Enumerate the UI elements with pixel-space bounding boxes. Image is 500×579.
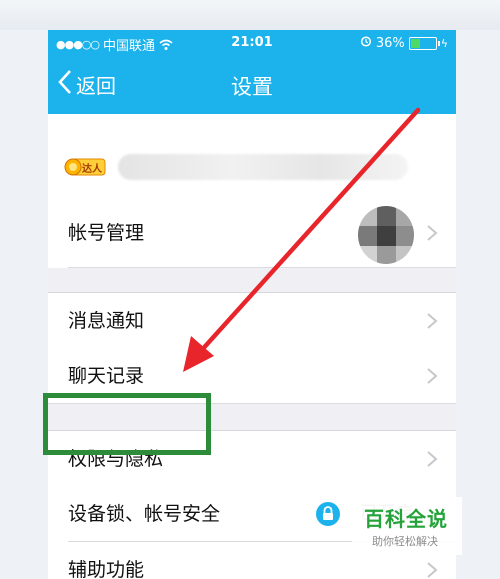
battery-level-fill <box>410 38 421 48</box>
account-management-row[interactable]: 帐号管理 <box>48 198 456 268</box>
chevron-right-icon <box>426 224 438 242</box>
status-bar: ●●●○○ 中国联通 21:01 36% ϟ <box>48 30 456 56</box>
talent-badge: 达人 <box>64 156 106 178</box>
alarm-icon <box>360 35 372 51</box>
battery-percent: 36% <box>375 35 405 51</box>
notifications-label: 消息通知 <box>68 310 145 332</box>
account-management-label: 帐号管理 <box>68 222 145 244</box>
chevron-right-icon <box>426 367 438 385</box>
divider <box>68 267 456 268</box>
avatar <box>358 206 414 264</box>
left-margin <box>0 30 49 579</box>
device-lock-label: 设备锁、帐号安全 <box>68 503 221 525</box>
talent-badge-label: 达人 <box>82 164 102 175</box>
chevron-right-icon <box>426 450 438 468</box>
blurred-nickname <box>118 154 408 180</box>
lock-icon <box>316 502 340 526</box>
watermark: 百科全说 助你轻松解决 <box>352 497 462 555</box>
chevron-right-icon <box>426 312 438 330</box>
privacy-highlight-box <box>43 393 211 455</box>
charging-icon: ϟ <box>440 36 448 50</box>
nav-bar: 返回 设置 <box>48 56 456 114</box>
page-title: 设置 <box>231 75 273 99</box>
chevron-right-icon <box>426 561 438 579</box>
accessibility-label: 辅助功能 <box>68 559 145 579</box>
watermark-title: 百科全说 <box>364 507 448 531</box>
watermark-subtitle: 助你轻松解决 <box>372 535 438 548</box>
notifications-row[interactable]: 消息通知 <box>48 292 456 349</box>
battery-icon <box>408 36 440 50</box>
profile-header[interactable]: 达人 <box>48 114 456 199</box>
browser-top-strip <box>0 0 500 31</box>
